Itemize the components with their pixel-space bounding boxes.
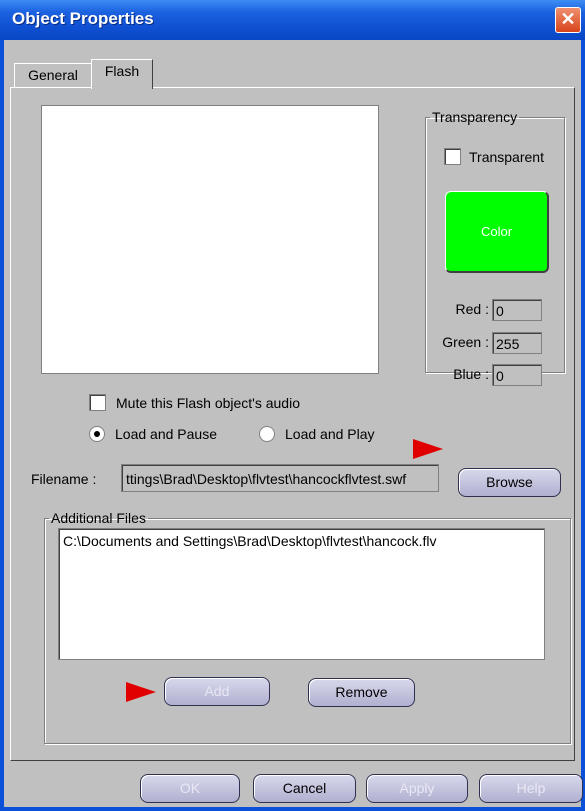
- cancel-button[interactable]: Cancel: [253, 774, 356, 803]
- close-button[interactable]: ✕: [555, 7, 581, 33]
- remove-button[interactable]: Remove: [308, 678, 415, 707]
- list-item[interactable]: C:\Documents and Settings\Brad\Desktop\f…: [63, 533, 544, 549]
- transparent-checkbox-label: Transparent: [469, 148, 544, 165]
- transparency-group: Transparency Transparent Color Red : 0 G…: [425, 109, 565, 386]
- transparent-checkbox-box[interactable]: [444, 148, 461, 165]
- flash-preview-area: [41, 105, 379, 374]
- transparent-checkbox[interactable]: Transparent: [444, 148, 544, 165]
- browse-button[interactable]: Browse: [458, 468, 561, 497]
- tab-flash[interactable]: Flash: [91, 59, 153, 89]
- apply-button[interactable]: Apply: [366, 774, 468, 803]
- load-and-pause-label: Load and Pause: [115, 426, 217, 442]
- load-and-play-label: Load and Play: [285, 426, 375, 442]
- red-label: Red :: [455, 301, 489, 317]
- filename-label: Filename :: [31, 471, 97, 487]
- blue-label: Blue :: [453, 366, 489, 382]
- ok-button[interactable]: OK: [140, 774, 240, 803]
- green-field[interactable]: 255: [492, 332, 542, 354]
- red-arrow-annotation: [413, 439, 443, 459]
- window-title: Object Properties: [12, 9, 154, 28]
- transparency-legend: Transparency: [432, 109, 518, 125]
- object-properties-window: Object Properties ✕ General Flash Transp…: [0, 0, 585, 811]
- blue-field[interactable]: 0: [492, 364, 542, 386]
- red-field[interactable]: 0: [492, 299, 542, 321]
- mute-checkbox-box[interactable]: [89, 394, 106, 411]
- filename-field[interactable]: ttings\Brad\Desktop\flvtest\hancockflvte…: [121, 464, 439, 492]
- red-arrow-annotation: [126, 682, 156, 702]
- mute-checkbox-label: Mute this Flash object's audio: [116, 394, 300, 411]
- help-button[interactable]: Help: [479, 774, 583, 803]
- load-and-play-radio-dot[interactable]: [259, 426, 275, 442]
- additional-files-list[interactable]: C:\Documents and Settings\Brad\Desktop\f…: [58, 528, 545, 660]
- load-and-play-radio[interactable]: Load and Play: [259, 426, 375, 442]
- load-and-pause-radio-dot[interactable]: [89, 426, 105, 442]
- mute-audio-checkbox[interactable]: Mute this Flash object's audio: [89, 394, 300, 411]
- tab-general[interactable]: General: [14, 63, 92, 88]
- green-label: Green :: [442, 334, 489, 350]
- load-and-pause-radio[interactable]: Load and Pause: [89, 426, 217, 442]
- flash-tab-panel: Transparency Transparent Color Red : 0 G…: [10, 87, 575, 761]
- dialog-body: General Flash Transparency Transparent C…: [4, 40, 583, 807]
- title-bar: Object Properties ✕: [0, 0, 585, 40]
- color-button[interactable]: Color: [445, 191, 549, 273]
- add-button[interactable]: Add: [164, 677, 270, 706]
- additional-files-legend: Additional Files: [51, 510, 146, 526]
